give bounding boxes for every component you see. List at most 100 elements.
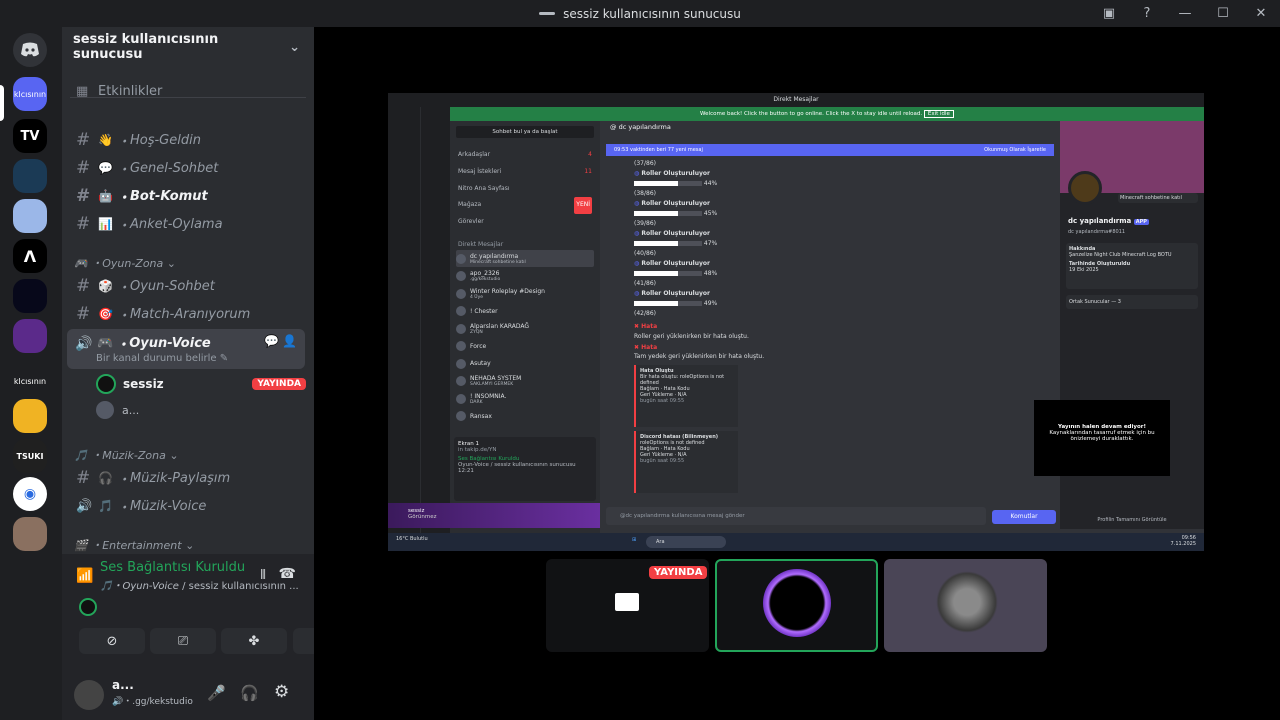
inner-nav-nitro[interactable]: Nitro Ana Sayfası bbox=[458, 181, 592, 198]
inner-dm-item[interactable]: Ransax bbox=[456, 407, 594, 425]
channel-hos-geldin[interactable]: # 👋 ・ Hoş-Geldin bbox=[70, 127, 306, 153]
inner-dm-item[interactable]: apo_2326 .gg/kekstudio bbox=[456, 267, 594, 285]
inner-titlebar: Direkt Mesajlar bbox=[388, 93, 1204, 107]
voice-channel-info[interactable]: 🎵・Oyun-Voice / sessiz kullanıcısının ... bbox=[100, 577, 299, 592]
server-abbrev-2[interactable]: klcısının bbox=[13, 364, 47, 398]
inner-search[interactable]: Sohbet bul ya da başlat bbox=[456, 126, 594, 138]
server-icon-dark[interactable] bbox=[13, 279, 47, 313]
channel-genel-sohbet[interactable]: # 💬 ・ Genel-Sohbet bbox=[70, 155, 306, 181]
taskbar-search[interactable]: Ara bbox=[646, 536, 726, 548]
inner-nav-quests[interactable]: Görevler bbox=[458, 214, 592, 231]
voice-member-sessiz[interactable]: sessiz YAYINDA bbox=[96, 373, 306, 395]
server-icon-current[interactable]: klcısının bbox=[13, 77, 47, 111]
server-header[interactable]: sessiz kullanıcısının sunucusu ⌄ bbox=[62, 27, 314, 67]
banner-text: Welcome back! Click the button to go onl… bbox=[700, 111, 923, 117]
avatar[interactable] bbox=[79, 598, 97, 616]
server-icon-yellow[interactable] bbox=[13, 399, 47, 433]
exit-idle-button[interactable]: Exit idle bbox=[923, 110, 954, 118]
server-icon-hood[interactable] bbox=[13, 159, 47, 193]
minimize-button[interactable]: — bbox=[1166, 0, 1204, 27]
unread-bar[interactable]: 09:53 vaktinden beri 77 yeni mesaj Okunmu… bbox=[606, 144, 1054, 156]
nav-label: Görevler bbox=[458, 218, 484, 226]
tile-user-a[interactable] bbox=[884, 559, 1047, 652]
disconnect-icon[interactable]: ☎ bbox=[279, 566, 296, 582]
category-entertainment[interactable]: 🎬 ・Entertainment ⌄ bbox=[74, 537, 194, 553]
server-icon-anime[interactable] bbox=[13, 199, 47, 233]
channel-muzik-paylasim[interactable]: # 🎧 ・ Müzik-Paylaşım bbox=[70, 465, 306, 491]
username[interactable]: a... bbox=[112, 678, 134, 692]
invite-icon[interactable]: 👤 bbox=[282, 334, 297, 348]
progress-bar: 47% bbox=[634, 240, 717, 247]
mark-read-button[interactable]: Okunmuş Olarak İşaretle bbox=[984, 144, 1046, 156]
category-label: Oyun-Zona bbox=[102, 257, 164, 270]
activities-button[interactable]: ✤ bbox=[221, 628, 287, 654]
server-icon-tsuki[interactable]: TSUKI bbox=[13, 439, 47, 473]
inner-nav-requests[interactable]: Mesaj İstekleri 11 bbox=[458, 164, 592, 181]
events-item[interactable]: ▦ Etkinlikler bbox=[70, 78, 306, 104]
inner-dm-item[interactable]: NEHADA SYSTEM SAKLAMYI GERMEK bbox=[456, 372, 594, 390]
channel-status-field[interactable]: Bir kanal durumu belirle ✎ bbox=[96, 353, 228, 364]
server-icon-purple[interactable] bbox=[13, 319, 47, 353]
close-button[interactable]: ✕ bbox=[1242, 0, 1280, 27]
mutual-servers[interactable]: Ortak Sunucular — 3 bbox=[1066, 295, 1198, 309]
channel-bot-komut[interactable]: # 🤖 ・ Bot-Komut bbox=[70, 183, 306, 209]
channel-match-araniyorum[interactable]: # 🎯 ・ Match-Aranıyorum bbox=[70, 301, 306, 327]
settings-gear-icon[interactable]: ⚙ bbox=[274, 682, 289, 702]
avatar bbox=[456, 376, 466, 387]
server-icon-tradingview[interactable]: TV bbox=[13, 119, 47, 153]
noise-suppression-icon[interactable]: ⦀ bbox=[260, 568, 266, 583]
inner-composer[interactable]: @dc yapılandırma kullanıcısına mesaj gön… bbox=[606, 507, 986, 525]
inner-nav-friends[interactable]: Arkadaşlar 4 bbox=[458, 147, 592, 164]
inner-chat-title: dc yapılandırma bbox=[618, 123, 671, 131]
inner-dm-item[interactable]: ! INSOMNIA. DARK bbox=[456, 390, 594, 408]
inner-user-status: Görünmez bbox=[408, 514, 437, 520]
shared-screen[interactable]: Direkt Mesajlar Welcome back! Click the … bbox=[388, 93, 1204, 551]
inner-dm-item[interactable]: Winter Roleplay #Design 4 Üye bbox=[456, 285, 594, 303]
server-icon-face[interactable] bbox=[13, 517, 47, 551]
avatar[interactable] bbox=[74, 680, 104, 710]
category-oyun-zona[interactable]: 🎮 ・Oyun-Zona ⌄ bbox=[74, 255, 176, 271]
channel-emoji: 🎮 bbox=[97, 336, 114, 351]
inner-nav-shop[interactable]: Mağaza YENİ bbox=[458, 197, 592, 215]
weather-widget[interactable]: 16°C Bulutlu bbox=[396, 536, 428, 542]
channel-oyun-sohbet[interactable]: # 🎲 ・ Oyun-Sohbet bbox=[70, 273, 306, 299]
inner-dm-item[interactable]: ! Chester bbox=[456, 302, 594, 320]
chat-icon[interactable]: 💬 bbox=[264, 334, 279, 348]
microphone-icon[interactable]: 🎤 bbox=[207, 684, 226, 702]
active-voice-channel[interactable]: 🔊 🎮 ・ Oyun-Voice 💬 👤 Bir kanal durumu beli… bbox=[67, 329, 305, 369]
channel-anket-oylama[interactable]: # 📊 ・ Anket-Oylama bbox=[70, 211, 306, 237]
status-placeholder: Bir kanal durumu belirle bbox=[96, 353, 217, 364]
screen-share-button[interactable]: ⎚ bbox=[150, 628, 216, 654]
tile-speaking-user[interactable] bbox=[715, 559, 878, 652]
discord-home-icon[interactable] bbox=[13, 33, 47, 67]
camera-off-button[interactable]: ⊘ bbox=[79, 628, 145, 654]
inner-dm-item[interactable]: Force bbox=[456, 337, 594, 355]
avatar bbox=[456, 271, 466, 282]
hash-icon: # bbox=[76, 158, 91, 178]
inbox-icon[interactable]: ▣ bbox=[1090, 0, 1128, 27]
voice-member-a[interactable]: a... bbox=[96, 399, 306, 421]
tile-screen-share[interactable]: YAYINDA bbox=[546, 559, 709, 652]
headphones-icon[interactable]: 🎧 bbox=[240, 684, 259, 702]
windows-start-icon[interactable]: ⊞ bbox=[632, 537, 636, 543]
server-icon-a[interactable]: Λ bbox=[13, 239, 47, 273]
dm-sub: 4 Üye bbox=[470, 294, 484, 300]
inner-dm-item[interactable]: Asutay bbox=[456, 355, 594, 373]
inner-dm-item[interactable]: Alparslan KARADAĞ ZYQN bbox=[456, 320, 594, 338]
loading-icon: ◍ bbox=[634, 230, 640, 237]
help-icon[interactable]: ? bbox=[1128, 0, 1166, 27]
view-full-profile[interactable]: Profilin Tamamını Görüntüle bbox=[1060, 517, 1204, 523]
voice-server: sessiz kullanıcısının ... bbox=[188, 581, 299, 592]
nav-label: Nitro Ana Sayfası bbox=[458, 184, 510, 192]
profile-bio: Şanzelize Night Club Minecraft Log BOTU bbox=[1069, 252, 1172, 258]
dm-text: ! INSOMNIA. DARK bbox=[470, 393, 506, 405]
commands-button[interactable]: Komutlar bbox=[992, 510, 1056, 524]
member-name: sessiz bbox=[123, 377, 164, 391]
category-muzik-zona[interactable]: 🎵 ・Müzik-Zona ⌄ bbox=[74, 447, 179, 463]
maximize-button[interactable]: ☐ bbox=[1204, 0, 1242, 27]
channel-muzik-voice[interactable]: 🔊 🎵 ・ Müzik-Voice bbox=[70, 493, 306, 519]
server-icon-stats[interactable]: ◉ bbox=[13, 477, 47, 511]
inner-dm-item[interactable]: dc yapılandırma Minecraft sohbetine katıl bbox=[456, 249, 594, 268]
bar-fill bbox=[634, 181, 678, 186]
dm-sub: SAKLAMYI GERMEK bbox=[470, 382, 514, 388]
